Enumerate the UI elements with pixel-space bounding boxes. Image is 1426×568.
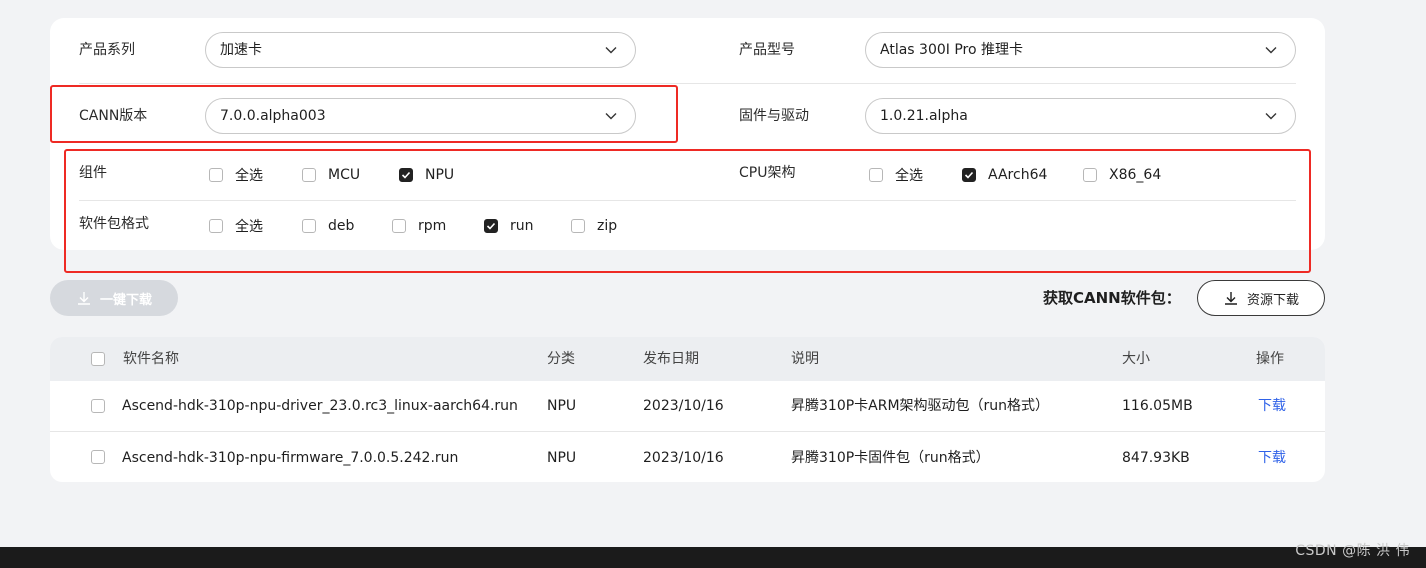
one-click-download-button[interactable]: 一键下载 [50,280,178,316]
watermark: CSDN @陈 洪 伟 [1295,543,1410,559]
chevron-down-icon [605,113,617,120]
cann-version-select[interactable]: 7.0.0.alpha003 [205,98,636,134]
header-name: 软件名称 [123,351,179,367]
format-option-deb[interactable]: deb [302,216,354,236]
checkbox[interactable] [399,168,413,182]
option-label: zip [597,218,618,234]
cann-version-label: CANN版本 [79,108,148,124]
option-label: 全选 [895,168,923,184]
component-option-all[interactable]: 全选 [209,165,263,185]
row-checkbox[interactable] [91,399,105,413]
one-click-download-label: 一键下载 [99,292,152,308]
option-label: 全选 [235,219,263,235]
table-header: 软件名称 分类 发布日期 说明 大小 操作 [50,337,1325,381]
cell-category: NPU [547,398,577,414]
format-option-rpm[interactable]: rpm [392,216,446,236]
download-icon [77,292,90,305]
checkbox[interactable] [302,219,316,233]
product-series-value: 加速卡 [220,42,262,58]
firmware-driver-value: 1.0.21.alpha [880,108,968,124]
checkbox[interactable] [962,168,976,182]
cell-name: Ascend-hdk-310p-npu-driver_23.0.rc3_linu… [122,398,518,414]
firmware-driver-label: 固件与驱动 [739,108,809,124]
download-icon [1224,292,1237,305]
product-model-label: 产品型号 [739,42,795,58]
firmware-driver-select[interactable]: 1.0.21.alpha [865,98,1296,134]
format-option-zip[interactable]: zip [571,216,617,236]
option-label: run [510,218,534,234]
option-label: AArch64 [988,167,1048,183]
header-desc: 说明 [791,351,819,367]
resource-download-label: 资源下载 [1246,292,1299,308]
cell-size: 116.05MB [1122,398,1193,414]
component-label: 组件 [79,165,107,181]
product-model-select[interactable]: Atlas 300I Pro 推理卡 [865,32,1296,68]
chevron-down-icon [1265,47,1277,54]
option-label: X86_64 [1109,167,1162,183]
checkbox[interactable] [209,219,223,233]
divider [79,200,1296,201]
cell-category: NPU [547,450,577,466]
header-category: 分类 [547,351,575,367]
product-model-value: Atlas 300I Pro 推理卡 [880,42,1023,58]
checkbox[interactable] [484,219,498,233]
component-option-mcu[interactable]: MCU [302,165,360,185]
option-label: deb [328,218,355,234]
product-series-select[interactable]: 加速卡 [205,32,636,68]
download-link[interactable]: 下载 [1258,448,1286,468]
chevron-down-icon [1265,113,1277,120]
cpu-arch-option-aarch64[interactable]: AArch64 [962,165,1047,185]
get-cann-label: 获取CANN软件包： [1043,289,1181,307]
software-table: 软件名称 分类 发布日期 说明 大小 操作 Ascend-hdk-310p-np… [50,337,1325,482]
option-label: 全选 [235,168,263,184]
option-label: MCU [328,167,361,183]
filter-panel: 产品系列 加速卡 产品型号 Atlas 300I Pro 推理卡 CANN版本 … [50,18,1325,250]
cpu-arch-option-x86[interactable]: X86_64 [1083,165,1161,185]
cell-desc: 昇腾310P卡ARM架构驱动包（run格式） [791,398,1050,414]
checkbox[interactable] [392,219,406,233]
checkbox[interactable] [571,219,585,233]
download-link[interactable]: 下载 [1258,396,1286,416]
cpu-arch-option-all[interactable]: 全选 [869,165,923,185]
header-size: 大小 [1122,351,1150,367]
cell-size: 847.93KB [1122,450,1190,466]
select-all-checkbox[interactable] [91,352,105,366]
checkbox[interactable] [869,168,883,182]
header-action: 操作 [1256,351,1284,367]
package-format-label: 软件包格式 [79,216,149,232]
footer-bar [0,547,1426,568]
cell-name: Ascend-hdk-310p-npu-firmware_7.0.0.5.242… [122,450,459,466]
header-date: 发布日期 [643,351,699,367]
chevron-down-icon [605,47,617,54]
cann-version-value: 7.0.0.alpha003 [220,108,326,124]
resource-download-button[interactable]: 资源下载 [1197,280,1325,316]
row-checkbox[interactable] [91,450,105,464]
checkbox[interactable] [209,168,223,182]
table-row: Ascend-hdk-310p-npu-firmware_7.0.0.5.242… [50,431,1325,481]
cell-date: 2023/10/16 [643,398,724,414]
cpu-arch-label: CPU架构 [739,165,796,181]
checkbox[interactable] [1083,168,1097,182]
option-label: rpm [418,218,447,234]
format-option-run[interactable]: run [484,216,534,236]
cell-desc: 昇腾310P卡固件包（run格式） [791,450,990,466]
table-row: Ascend-hdk-310p-npu-driver_23.0.rc3_linu… [50,381,1325,431]
product-series-label: 产品系列 [79,42,135,58]
checkbox[interactable] [302,168,316,182]
option-label: NPU [425,167,455,183]
cell-date: 2023/10/16 [643,450,724,466]
divider [79,83,1296,84]
format-option-all[interactable]: 全选 [209,216,263,236]
component-option-npu[interactable]: NPU [399,165,454,185]
